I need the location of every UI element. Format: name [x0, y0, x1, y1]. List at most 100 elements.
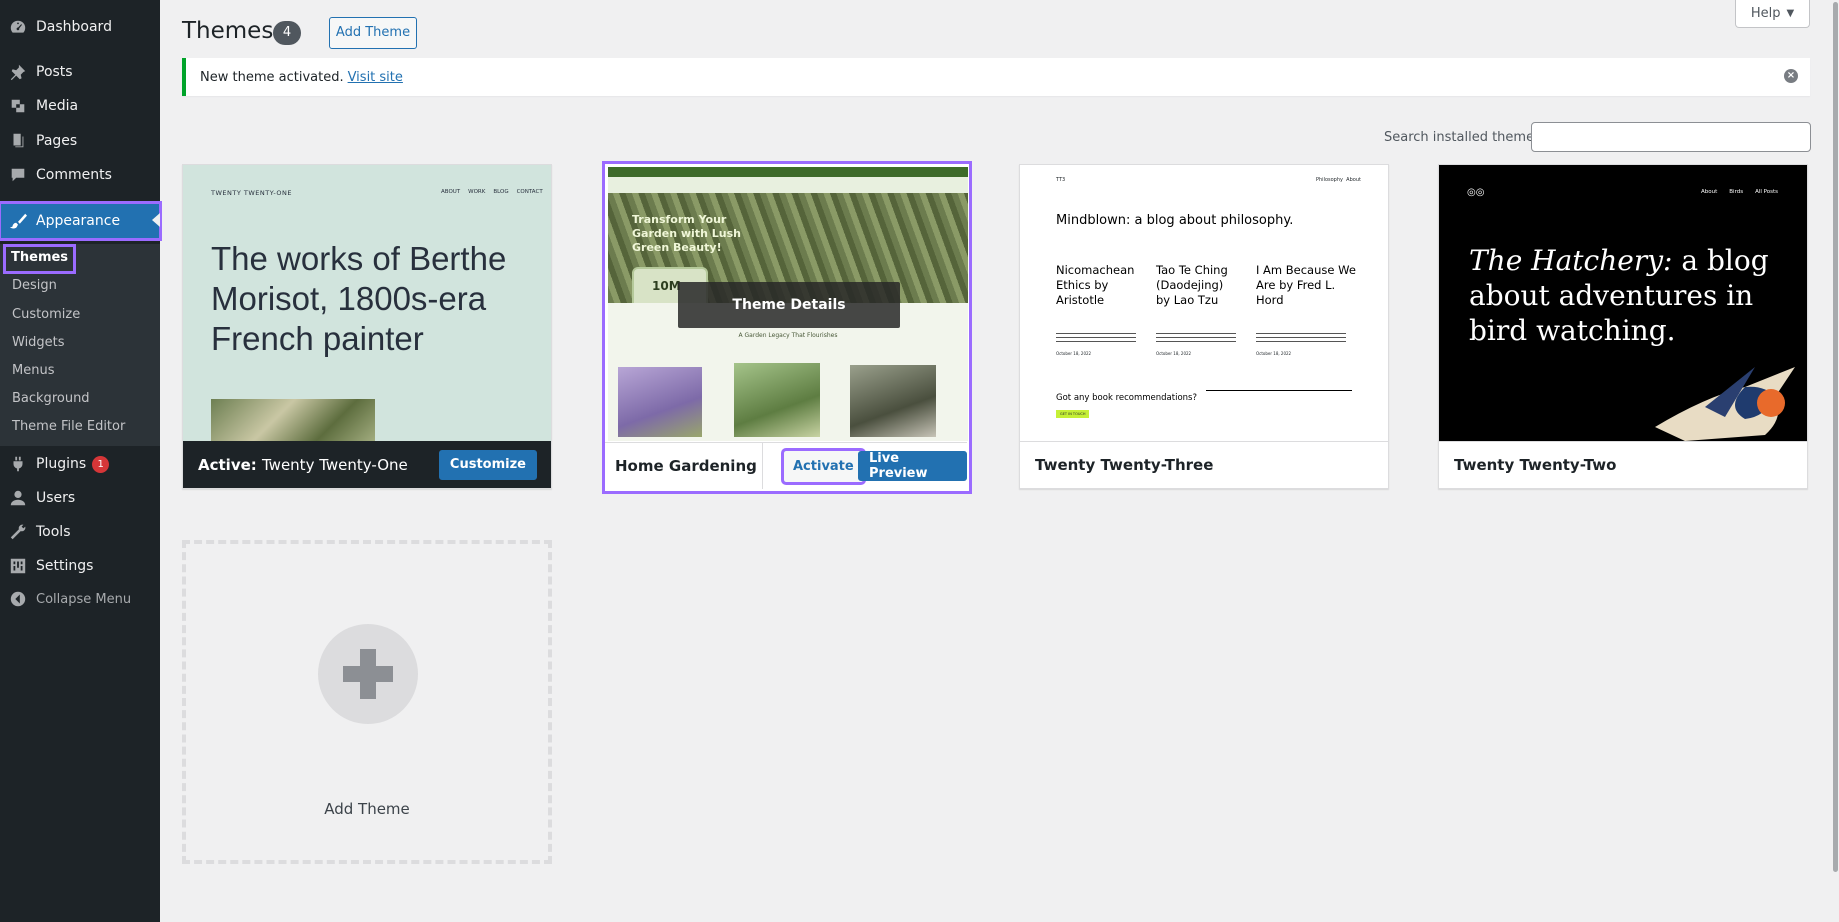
theme-name: Twenty Twenty-Two — [1454, 456, 1617, 474]
theme-card-twenty-twenty-two[interactable]: ◎◎ About Birds All Posts The Hatchery: a… — [1438, 164, 1808, 489]
submenu-widgets[interactable]: Widgets — [12, 331, 65, 355]
menu-users[interactable]: Users — [0, 481, 160, 515]
preview-header — [608, 177, 968, 193]
binoculars-icon: ◎◎ — [1467, 187, 1485, 198]
menu-posts[interactable]: Posts — [0, 55, 160, 89]
current-arrow — [152, 213, 160, 227]
menu-plugins[interactable]: Plugins 1 — [0, 447, 160, 481]
collapse-menu-button[interactable]: Collapse Menu — [0, 582, 160, 616]
help-label: Help — [1750, 6, 1781, 21]
theme-footer: Twenty Twenty-Three — [1020, 441, 1388, 488]
menu-label: Users — [36, 490, 76, 506]
submenu-customize[interactable]: Customize — [12, 303, 80, 327]
preview-excerpt — [1056, 333, 1136, 345]
preview-heading: Mindblown: a blog about philosophy. — [1056, 213, 1294, 228]
appearance-submenu: Themes Design Customize Widgets Menus Ba… — [0, 244, 160, 446]
active-label: Active: — [198, 455, 257, 474]
preview-nav-item: All Posts — [1755, 189, 1779, 195]
theme-card-twenty-twenty-three[interactable]: TT3 Philosophy About Mindblown: a blog a… — [1019, 164, 1389, 489]
preview-date: October 18, 2022 — [1156, 351, 1192, 356]
menu-label: Media — [36, 98, 79, 114]
notice-text: New theme activated. — [200, 69, 344, 85]
activate-button[interactable]: Activate — [781, 448, 866, 485]
submenu-design[interactable]: Design — [12, 274, 57, 298]
preview-site-title: TWENTY TWENTY-ONE — [211, 189, 293, 197]
preview-nav: Philosophy About — [1316, 177, 1361, 183]
preview-topbar — [608, 167, 968, 177]
add-theme-button[interactable]: Add Theme — [329, 17, 417, 49]
live-preview-button[interactable]: Live Preview — [858, 451, 967, 481]
preview-excerpt — [1256, 333, 1346, 345]
menu-label: Dashboard — [36, 19, 112, 35]
painting-image — [211, 399, 375, 441]
comment-icon — [0, 166, 36, 184]
submenu-themes[interactable]: Themes — [2, 244, 77, 274]
menu-appearance[interactable]: Appearance — [0, 201, 162, 241]
preview-nav: ABOUT WORK BLOG CONTACT — [441, 189, 543, 195]
search-themes-input[interactable] — [1531, 122, 1811, 152]
page-title: Themes — [182, 18, 274, 44]
preview-nav: About Birds All Posts — [1701, 189, 1778, 195]
plus-icon — [318, 624, 418, 724]
menu-media[interactable]: Media — [0, 89, 160, 123]
preview-excerpt — [1156, 333, 1236, 345]
menu-pages[interactable]: Pages — [0, 124, 160, 158]
menu-label: Comments — [36, 167, 112, 183]
preview-nav-item: BLOG — [493, 189, 509, 195]
menu-dashboard[interactable]: Dashboard — [0, 10, 160, 44]
theme-name: Twenty Twenty-Three — [1035, 456, 1214, 474]
customize-button[interactable]: Customize — [438, 449, 537, 480]
submenu-background[interactable]: Background — [12, 387, 90, 411]
submenu-theme-file-editor[interactable]: Theme File Editor — [12, 415, 125, 439]
theme-footer: Active: Twenty Twenty-One Customize — [183, 441, 551, 488]
theme-screenshot[interactable]: TWENTY TWENTY-ONE ABOUT WORK BLOG CONTAC… — [183, 165, 551, 441]
media-icon — [0, 97, 36, 115]
theme-card-home-gardening[interactable]: Transform Your Garden with Lush Green Be… — [602, 161, 972, 494]
preview-date: October 18, 2022 — [1056, 351, 1092, 356]
pin-icon — [0, 63, 36, 81]
caret-down-icon: ▼ — [1786, 8, 1795, 19]
preview-subheading: A Garden Legacy That Flourishes — [738, 332, 838, 339]
help-button[interactable]: Help ▼ — [1735, 0, 1810, 28]
theme-count-badge: 4 — [273, 21, 301, 45]
preview-cta: Got any book recommendations? — [1056, 393, 1197, 403]
theme-screenshot[interactable]: TT3 Philosophy About Mindblown: a blog a… — [1020, 165, 1388, 441]
submenu-menus[interactable]: Menus — [12, 359, 54, 383]
preview-heading: The Hatchery: a blog about adventures in… — [1469, 243, 1769, 348]
dismiss-icon[interactable]: × — [1784, 69, 1798, 83]
menu-comments[interactable]: Comments — [0, 158, 160, 192]
brush-icon — [0, 212, 36, 230]
preview-nav-item: WORK — [468, 189, 486, 195]
preview-nav-item: About — [1701, 189, 1718, 195]
planter-image — [850, 365, 936, 437]
preview-post-title: Nicomachean Ethics by Aristotle — [1056, 263, 1135, 307]
preview-heading: Transform Your Garden with Lush Green Be… — [632, 213, 741, 254]
scrollbar-thumb[interactable] — [1833, 2, 1838, 872]
theme-name: Active: Twenty Twenty-One — [198, 456, 408, 474]
preview-nav-item: Birds — [1729, 189, 1744, 195]
preview-nav-item: CONTACT — [516, 189, 543, 195]
preview-heading-italic: The Hatchery: — [1469, 244, 1673, 277]
visit-site-link[interactable]: Visit site — [348, 70, 403, 85]
menu-label: Settings — [36, 558, 94, 574]
bird-illustration — [1655, 367, 1795, 441]
menu-label: Pages — [36, 133, 78, 149]
active-theme-name: Twenty Twenty-One — [262, 455, 408, 474]
success-notice: New theme activated. Visit site × — [182, 58, 1810, 96]
preview-heading: The works of Berthe Morisot, 1800s-era F… — [211, 240, 507, 357]
menu-settings[interactable]: Settings — [0, 549, 160, 583]
theme-card-twenty-twenty-one[interactable]: TWENTY TWENTY-ONE ABOUT WORK BLOG CONTAC… — [182, 164, 552, 489]
theme-screenshot[interactable]: ◎◎ About Birds All Posts The Hatchery: a… — [1439, 165, 1807, 441]
menu-label: Collapse Menu — [36, 591, 132, 607]
preview-post-title: Tao Te Ching (Daodejing) by Lao Tzu — [1156, 263, 1228, 307]
theme-screenshot[interactable]: Transform Your Garden with Lush Green Be… — [608, 167, 968, 441]
menu-label: Tools — [36, 524, 71, 540]
menu-label: Posts — [36, 64, 73, 80]
menu-tools[interactable]: Tools — [0, 515, 160, 549]
preview-divider — [1206, 390, 1352, 391]
settings-icon — [0, 557, 36, 575]
theme-details-overlay[interactable]: Theme Details — [678, 282, 900, 328]
theme-name: Home Gardening — [615, 457, 757, 475]
garden-image — [734, 363, 820, 437]
add-new-theme-card[interactable]: Add Theme — [182, 540, 552, 864]
